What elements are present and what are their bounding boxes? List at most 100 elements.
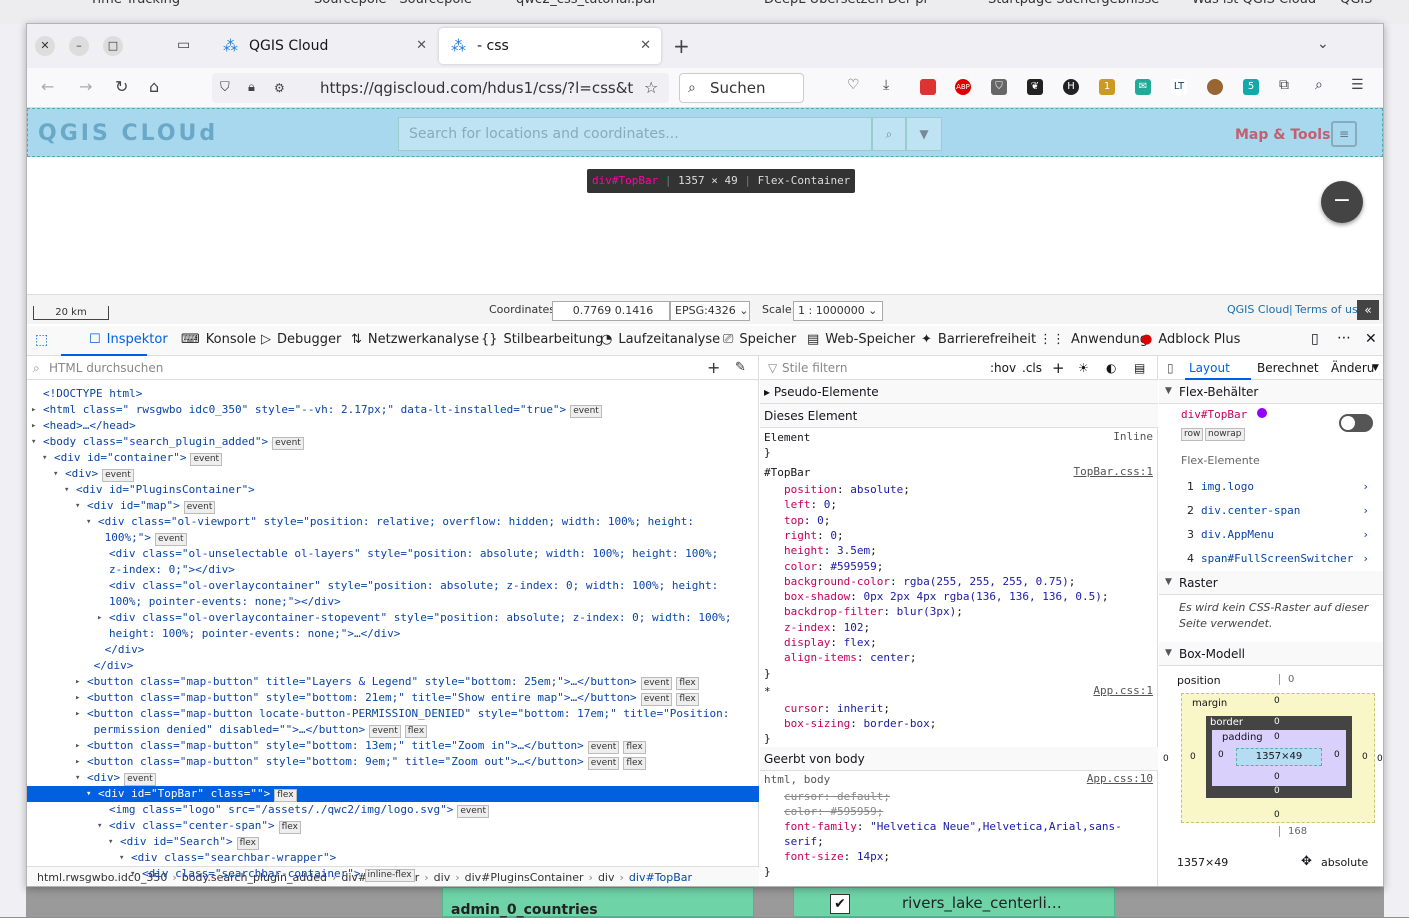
css-declaration[interactable]: font-size: 14px; — [784, 849, 890, 864]
close-tab-icon[interactable]: ✕ — [640, 28, 651, 64]
browser-tab-qgis-cloud[interactable]: ⁂ QGIS Cloud ✕ — [211, 28, 437, 64]
filter-styles-input[interactable]: Stile filtern — [782, 356, 848, 380]
disclosure-triangle-icon[interactable]: ▾ — [119, 850, 124, 866]
os-tab-3[interactable]: DeepL Übersetzen Der pr — [764, 0, 929, 7]
add-rule-icon[interactable]: + — [1052, 356, 1065, 380]
html-node-line[interactable]: ▾ <div class="center-span"> flex — [97, 818, 301, 834]
app-css-source-link[interactable]: App.css:1 — [1093, 684, 1153, 697]
node-badge[interactable]: event — [183, 501, 216, 514]
close-devtools-icon[interactable]: ✕ — [1365, 331, 1377, 347]
node-badge[interactable]: event — [640, 677, 673, 690]
node-badge[interactable]: event — [570, 405, 602, 418]
disclosure-triangle-icon[interactable]: ▾ — [42, 450, 47, 466]
html-node-line[interactable]: ▾ <div id="map"> event — [75, 498, 216, 514]
flex-item[interactable]: 4 span#FullScreenSwitcher › — [1187, 552, 1377, 565]
html-node-line[interactable]: <div class="ol-unselectable ol-layers" s… — [109, 546, 718, 562]
tab-laufzeitanalyse[interactable]: ◔ Laufzeitanalyse — [601, 332, 720, 347]
css-declaration[interactable]: backdrop-filter: blur(3px); — [784, 604, 963, 619]
tab-aenderungen[interactable]: Änderu — [1331, 356, 1374, 380]
epsg-select[interactable]: EPSG:4326 ⌄ — [670, 301, 750, 321]
pocket-icon[interactable]: ♡ — [847, 77, 860, 93]
os-tab-6[interactable]: QGIS — [1340, 0, 1372, 7]
node-badge[interactable]: flex — [676, 693, 699, 706]
filter-icon[interactable]: ▼ — [906, 117, 942, 151]
coordinates-input[interactable]: 0.7769 0.1416 — [552, 301, 670, 321]
position-right-value[interactable]: 0 — [1377, 754, 1383, 764]
node-badge[interactable]: event — [640, 693, 673, 706]
flex-item[interactable]: 1 img.logo › — [1187, 480, 1377, 493]
node-badge[interactable]: inline-flex — [364, 869, 415, 882]
ublock-icon[interactable]: ⛉ — [991, 79, 1007, 95]
disclosure-triangle-icon[interactable]: ▾ — [97, 818, 102, 834]
flex-item[interactable]: 3 div.AppMenu › — [1187, 528, 1377, 541]
menu-icon[interactable]: ≡ — [1331, 121, 1357, 147]
lock-icon[interactable]: 🔒︎ — [248, 73, 255, 103]
html-node-line[interactable]: 100%; pointer-events: none;"></div> — [109, 594, 341, 610]
disclosure-triangle-icon[interactable]: ▸ — [75, 674, 80, 690]
flex-container-selector[interactable]: div#TopBar — [1181, 408, 1247, 421]
disclosure-triangle-icon[interactable]: ▾ — [64, 482, 69, 498]
html-node-line[interactable]: permission denied" disabled="">…</button… — [94, 722, 428, 738]
print-icon[interactable]: ▤ — [1134, 356, 1145, 380]
html-node-line[interactable]: ▾ <div> event — [75, 770, 156, 786]
topbar-source-link[interactable]: TopBar.css:1 — [1074, 465, 1153, 478]
html-node-line[interactable]: ▾ <div id="container"> event — [42, 450, 223, 466]
sidebar-toggle-icon[interactable]: ▯ — [1167, 356, 1174, 380]
shield-icon[interactable]: ⛉ — [220, 73, 230, 103]
html-node-line[interactable]: <!DOCTYPE html> — [43, 386, 142, 402]
css-declaration[interactable]: display: flex; — [784, 635, 877, 650]
tab-berechnet[interactable]: Berechnet — [1257, 356, 1319, 380]
position-left-value[interactable]: 0 — [1163, 754, 1169, 764]
disclosure-triangle-icon[interactable]: ▾ — [31, 434, 36, 450]
disclosure-triangle-icon[interactable]: ▾ — [75, 770, 80, 786]
html-search-input[interactable]: ⌕ HTML durchsuchen + ✎ — [27, 356, 759, 380]
tab-layout[interactable]: Layout — [1185, 356, 1251, 380]
tab-adblock-plus[interactable]: ● Adblock Plus — [1141, 332, 1240, 347]
node-badge[interactable]: event — [587, 741, 620, 754]
html-node-line[interactable]: ▸ <button class="map-button" style="botto… — [75, 754, 646, 770]
five-extension-icon[interactable]: 5 — [1243, 79, 1259, 95]
extensions-puzzle-icon[interactable]: ⧉ — [1279, 77, 1289, 93]
html-node-line[interactable]: ▾ <div id="TopBar" class=""> flex — [86, 786, 297, 802]
padding-top-value[interactable]: 0 — [1274, 732, 1280, 742]
html-node-line[interactable]: ▸ <div class="ol-overlaycontainer-stopeve… — [97, 610, 732, 626]
css-declaration[interactable]: align-items: center; — [784, 650, 916, 665]
html-node-line[interactable]: ▾ <div id="Search"> flex — [108, 834, 259, 850]
element-picker-icon[interactable]: ⬚ — [35, 332, 48, 348]
position-top-value[interactable]: 0 — [1279, 674, 1294, 685]
mail-extension-icon[interactable]: ✉ — [1135, 79, 1151, 95]
tab-web-speicher[interactable]: ▤ Web-Speicher — [807, 332, 915, 347]
css-declaration[interactable]: color: #595959; — [784, 804, 883, 819]
css-declaration[interactable]: font-family: "Helvetica Neue",Helvetica,… — [784, 819, 1144, 848]
url-bar[interactable]: ⛉ 🔒︎ ⚙ https://qgiscloud.com/hdus1/css/?… — [212, 73, 669, 103]
html-node-line[interactable]: ▾ <div class="searchbar-container"> inline… — [130, 866, 415, 882]
html-node-line[interactable]: ▾ <div id="PluginsContainer"> — [64, 482, 255, 498]
disclosure-triangle-icon[interactable]: ▾ — [108, 834, 113, 850]
terms-of-use-link[interactable]: Terms of use — [1295, 303, 1364, 316]
tab-konsole[interactable]: ⌨ Konsole — [181, 332, 256, 347]
node-badge[interactable]: event — [369, 725, 401, 738]
html-node-line[interactable]: ▾ <div class="searchbar-wrapper"> — [119, 850, 336, 866]
html-node-line[interactable]: <div class="ol-overlaycontainer" style="… — [109, 578, 718, 594]
css-declaration[interactable]: height: 3.5em; — [784, 543, 877, 558]
dark-mode-icon[interactable]: ◐ — [1106, 356, 1116, 380]
node-badge[interactable]: event — [272, 437, 304, 450]
css-declaration[interactable]: z-index: 102; — [784, 620, 870, 635]
more-options-icon[interactable]: ⋯ — [1337, 330, 1351, 346]
tab-stilbearbeitung[interactable]: {} Stilbearbeitung — [481, 332, 603, 347]
app-css-body-source-link[interactable]: App.css:10 — [1087, 772, 1153, 785]
hamburger-menu-icon[interactable]: ☰ — [1351, 77, 1364, 93]
tab-debugger[interactable]: ▷ Debugger — [261, 332, 341, 347]
search-extension-icon[interactable]: ⌕ — [1315, 77, 1323, 93]
disclosure-triangle-icon[interactable]: ▸ — [75, 706, 80, 722]
add-node-icon[interactable]: + — [707, 356, 720, 380]
node-badge[interactable]: flex — [278, 821, 301, 834]
node-badge[interactable]: flex — [404, 725, 428, 738]
disclosure-triangle-icon[interactable]: ▸ — [31, 418, 36, 434]
home-icon[interactable]: ⌂ — [149, 77, 159, 96]
disclosure-triangle-icon[interactable]: ▾ — [86, 514, 91, 530]
scale-select[interactable]: 1 : 1000000 ⌄ — [793, 301, 883, 321]
forward-icon[interactable]: → — [79, 77, 92, 96]
zoom-out-button[interactable]: − — [1321, 181, 1363, 223]
node-badge[interactable]: flex — [274, 789, 297, 802]
